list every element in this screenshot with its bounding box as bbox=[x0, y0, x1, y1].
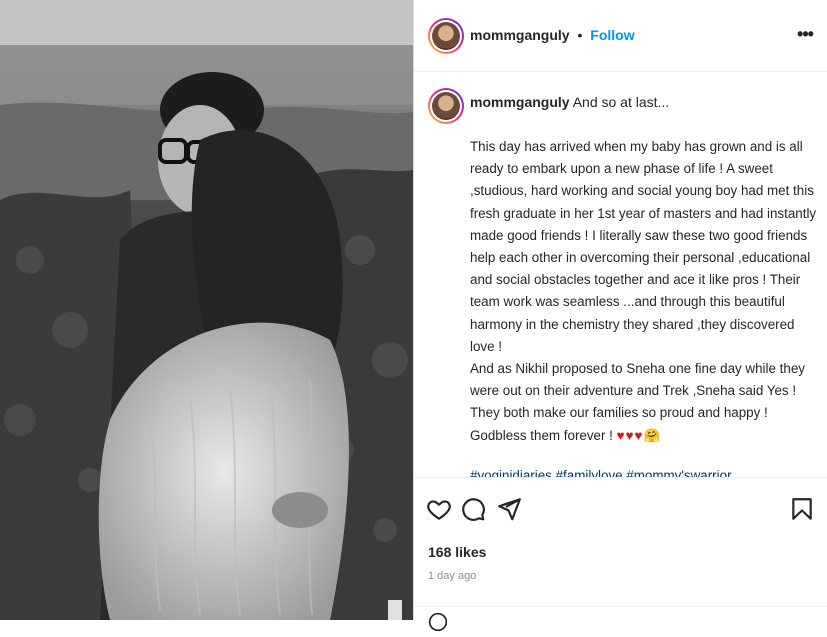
separator-dot: • bbox=[577, 27, 583, 43]
caption-paragraph: They both make our families so proud and… bbox=[470, 405, 768, 421]
bookmark-icon[interactable] bbox=[789, 496, 815, 522]
post-side-panel: mommganguly • Follow ••• mommganguly And… bbox=[413, 0, 827, 632]
hashtags[interactable]: #yoginidiaries #familylove #mommy'swarri… bbox=[470, 465, 820, 477]
hug-emoji: 🤗 bbox=[643, 427, 661, 443]
avatar[interactable] bbox=[428, 18, 464, 54]
caption-paragraph: Godbless them forever ! bbox=[470, 427, 613, 443]
emoji-icon[interactable] bbox=[428, 612, 448, 632]
divider bbox=[414, 606, 827, 607]
caption-area: mommganguly And so at last... This day h… bbox=[414, 72, 827, 477]
post-photo[interactable] bbox=[0, 0, 413, 620]
likes-count[interactable]: 168 likes bbox=[428, 544, 486, 560]
caption-username-link[interactable]: mommganguly bbox=[470, 94, 570, 110]
couple-photo bbox=[0, 0, 413, 620]
profile-picture bbox=[432, 92, 460, 120]
header-user-line: mommganguly • Follow bbox=[470, 27, 635, 43]
caption-paragraph-last: Godbless them forever ! ♥♥♥🤗 bbox=[470, 425, 820, 447]
caption-paragraph: And as Nikhil proposed to Sneha one fine… bbox=[470, 361, 805, 399]
post-timestamp[interactable]: 1 day ago bbox=[428, 570, 476, 582]
heart-icon[interactable] bbox=[426, 496, 452, 522]
more-options-icon[interactable]: ••• bbox=[793, 24, 817, 48]
comment-icon[interactable] bbox=[460, 496, 486, 522]
share-icon[interactable] bbox=[496, 496, 522, 522]
action-bar: 168 likes 1 day ago bbox=[414, 477, 827, 632]
caption-headline: And so at last... bbox=[572, 94, 670, 110]
username-link[interactable]: mommganguly bbox=[470, 27, 570, 43]
follow-button[interactable]: Follow bbox=[590, 27, 634, 43]
caption-body: This day has arrived when my baby has gr… bbox=[470, 136, 820, 477]
post-header: mommganguly • Follow ••• bbox=[414, 0, 827, 72]
caption-avatar[interactable] bbox=[428, 88, 464, 124]
caption-paragraph: This day has arrived when my baby has gr… bbox=[470, 139, 817, 354]
red-hearts-emoji: ♥♥♥ bbox=[616, 427, 644, 443]
caption-header: mommganguly And so at last... bbox=[470, 94, 669, 110]
profile-picture bbox=[432, 22, 460, 50]
